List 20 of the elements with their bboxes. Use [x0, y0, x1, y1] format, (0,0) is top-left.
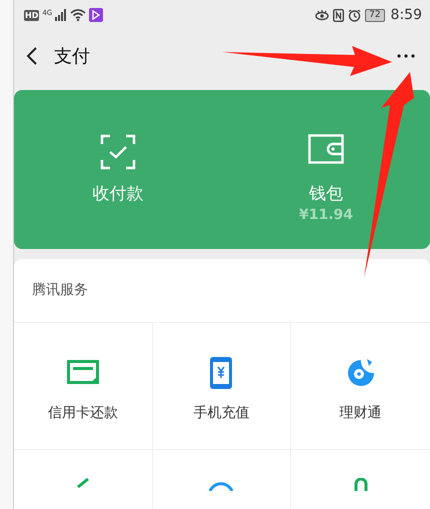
battery-indicator: 72	[365, 8, 385, 22]
nfc-icon	[333, 8, 344, 22]
section-title: 腾讯服务	[31, 281, 89, 300]
signal-icon	[55, 9, 68, 21]
phone-yuan-icon	[210, 357, 232, 389]
hd-badge: HD	[24, 10, 40, 20]
service-tile[interactable]: 信用卡还款	[14, 323, 153, 449]
status-time: 8:59	[390, 6, 422, 24]
back-icon	[26, 46, 38, 66]
scan-check-icon	[100, 134, 136, 170]
wifi-icon	[70, 9, 86, 21]
page-title: 支付	[54, 44, 90, 69]
credit-card-icon	[66, 360, 99, 386]
more-icon	[397, 54, 415, 58]
service-tile[interactable]: 手机充值	[152, 323, 292, 449]
alarm-icon	[348, 8, 362, 22]
wallet-balance: ¥11.94	[298, 206, 354, 224]
service-tile[interactable]: 理财通	[291, 323, 430, 449]
app-icon	[89, 8, 104, 22]
eye-icon	[315, 9, 330, 21]
